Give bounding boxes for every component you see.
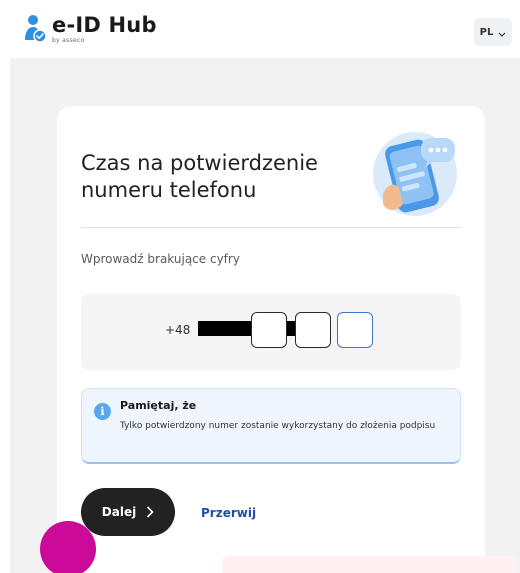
divider — [81, 227, 461, 228]
digit-input-2[interactable] — [295, 312, 331, 348]
next-button-label: Dalej — [101, 505, 137, 519]
header: e-ID Hub by asseco PL — [0, 0, 520, 58]
info-notice: i Pamiętaj, że Tylko potwierdzony numer … — [81, 388, 461, 464]
verification-card: Czas na potwierdzenie numeru telefonu Wp… — [57, 106, 485, 573]
cancel-link[interactable]: Przerwij — [201, 506, 256, 520]
info-icon: i — [94, 403, 111, 420]
logo[interactable]: e-ID Hub by asseco — [24, 14, 157, 44]
chevron-right-icon — [146, 503, 154, 522]
language-selector[interactable]: PL — [474, 18, 512, 46]
digit-input-3[interactable] — [337, 312, 373, 348]
logo-byline: by asseco — [52, 37, 85, 44]
phone-chat-illustration-icon — [363, 124, 463, 218]
phone-input-group: +48 — [81, 294, 461, 370]
notice-body: Tylko potwierdzony numer zostanie wykorz… — [120, 421, 436, 431]
instruction-text: Wprowadź brakujące cyfry — [81, 252, 240, 266]
logo-title: e-ID Hub — [52, 13, 157, 37]
user-check-icon — [24, 14, 48, 44]
chevron-down-icon — [498, 23, 506, 42]
digit-input-1[interactable] — [251, 312, 287, 348]
chat-widget-button[interactable] — [40, 521, 96, 573]
next-button[interactable]: Dalej — [81, 488, 175, 536]
notice-title: Pamiętaj, że — [120, 399, 197, 412]
language-code: PL — [479, 26, 494, 38]
cookie-banner-edge — [222, 556, 516, 573]
country-prefix: +48 — [165, 323, 191, 337]
page-title: Czas na potwierdzenie numeru telefonu — [81, 151, 318, 202]
